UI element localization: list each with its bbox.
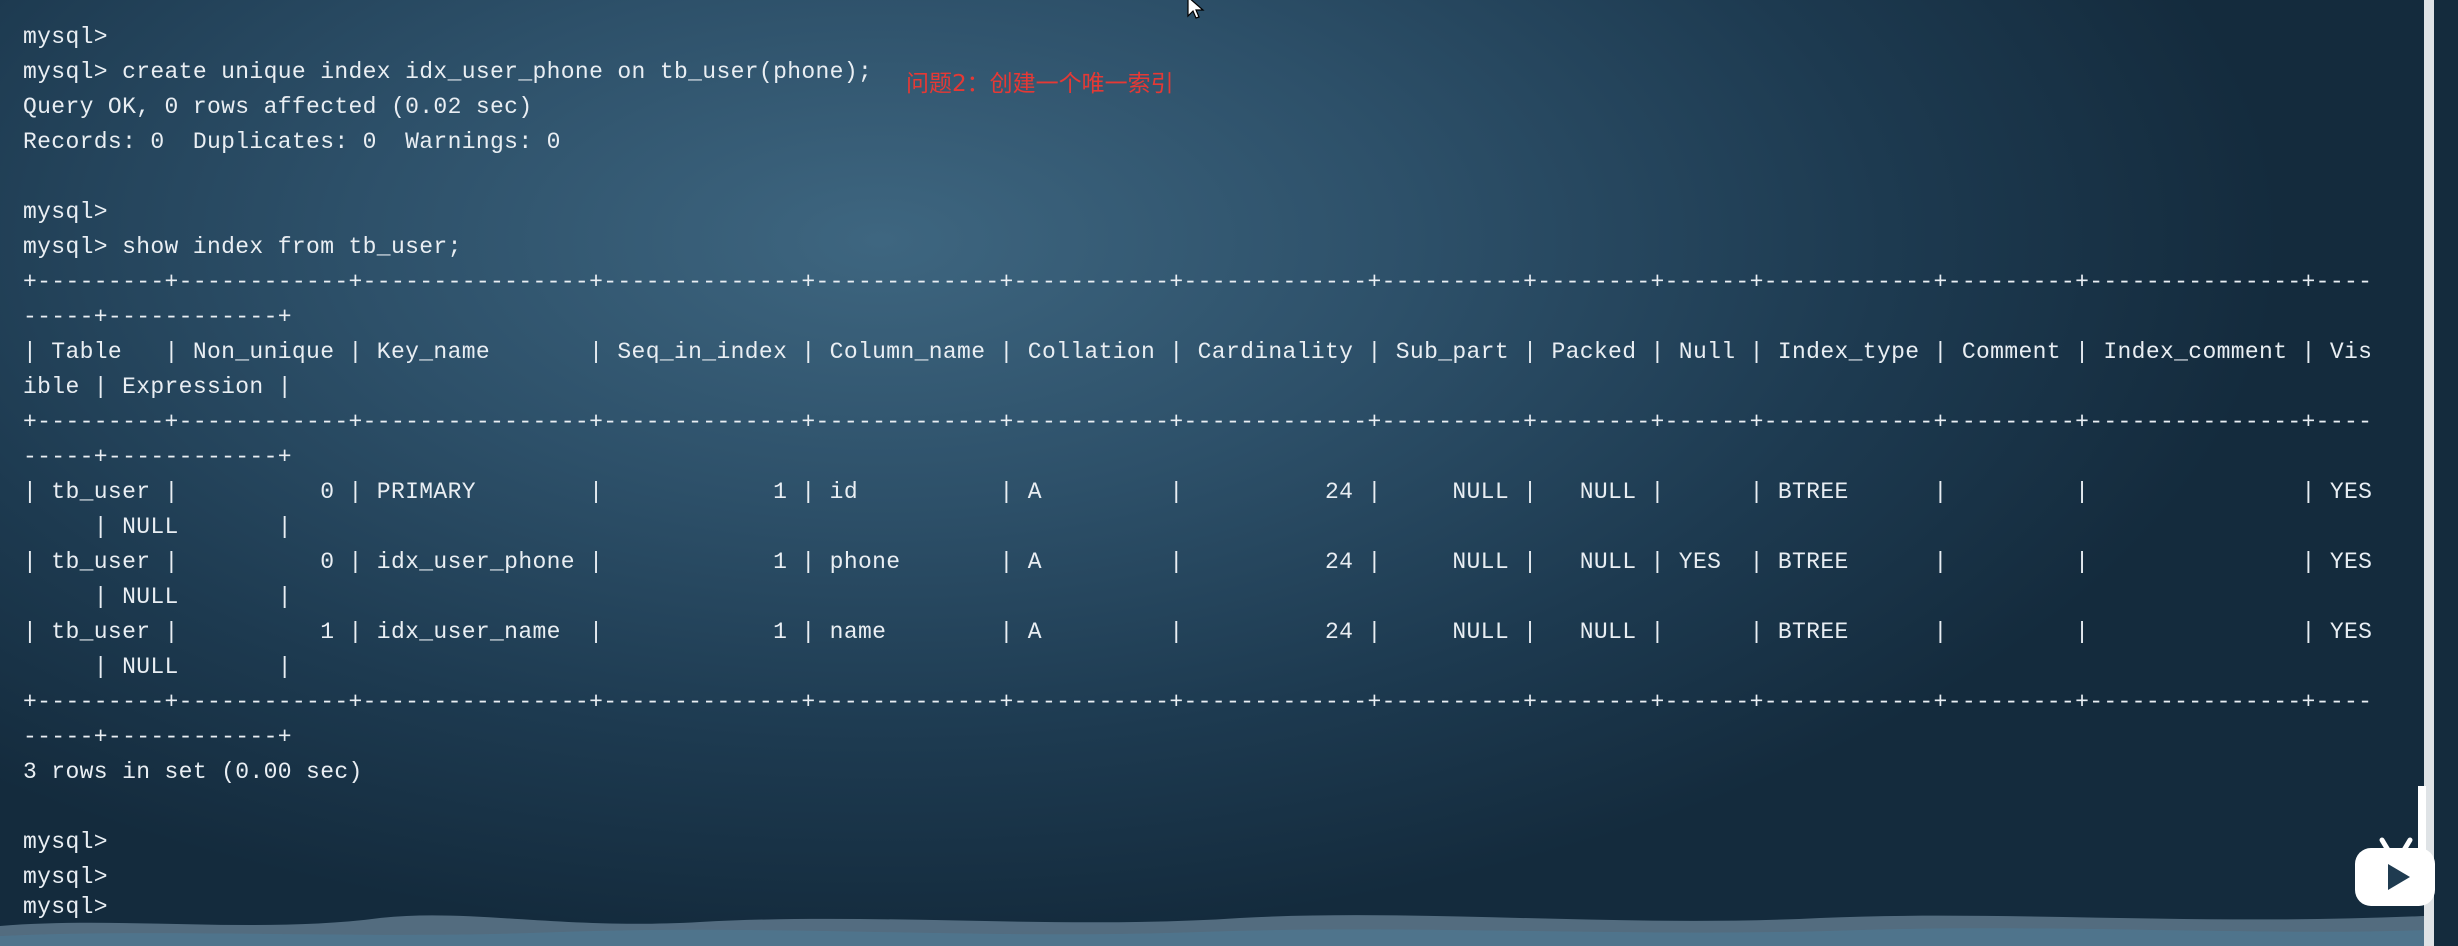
bilibili-tv-icon[interactable] <box>2352 824 2438 910</box>
table-border-line: +---------+------------+----------------… <box>23 689 2373 715</box>
table-header-line: ible | Expression | <box>23 374 292 400</box>
terminal-line: mysql> <box>23 24 108 50</box>
terminal-line: Query OK, 0 rows affected (0.02 sec) <box>23 94 533 120</box>
terminal-window[interactable]: mysql> mysql> create unique index idx_us… <box>0 0 2458 946</box>
terminal-line: mysql> <box>23 199 108 225</box>
table-border-line: -----+------------+ <box>23 444 292 470</box>
terminal-line: 3 rows in set (0.00 sec) <box>23 759 363 785</box>
terminal-line: Records: 0 Duplicates: 0 Warnings: 0 <box>23 129 561 155</box>
terminal-line: mysql> <box>23 829 108 855</box>
table-row-line: | tb_user | 0 | PRIMARY | 1 | id | A | 2… <box>23 479 2373 505</box>
annotation-label: 问题2：创建一个唯一索引 <box>906 71 1174 97</box>
table-row-line: | NULL | <box>23 584 292 610</box>
table-border-line: -----+------------+ <box>23 724 292 750</box>
table-border-line: -----+------------+ <box>23 304 292 330</box>
table-border-line: +---------+------------+----------------… <box>23 269 2373 295</box>
table-header-line: | Table | Non_unique | Key_name | Seq_in… <box>23 339 2373 365</box>
table-row-line: | tb_user | 1 | idx_user_name | 1 | name… <box>23 619 2373 645</box>
terminal-line: mysql> create unique index idx_user_phon… <box>23 59 873 85</box>
bottom-decoration <box>0 915 2424 946</box>
table-row-line: | tb_user | 0 | idx_user_phone | 1 | pho… <box>23 549 2373 575</box>
table-border-line: +---------+------------+----------------… <box>23 409 2373 435</box>
table-row-line: | NULL | <box>23 514 292 540</box>
terminal-line: mysql> show index from tb_user; <box>23 234 462 260</box>
table-row-line: | NULL | <box>23 654 292 680</box>
mouse-pointer-icon <box>1187 0 1205 19</box>
